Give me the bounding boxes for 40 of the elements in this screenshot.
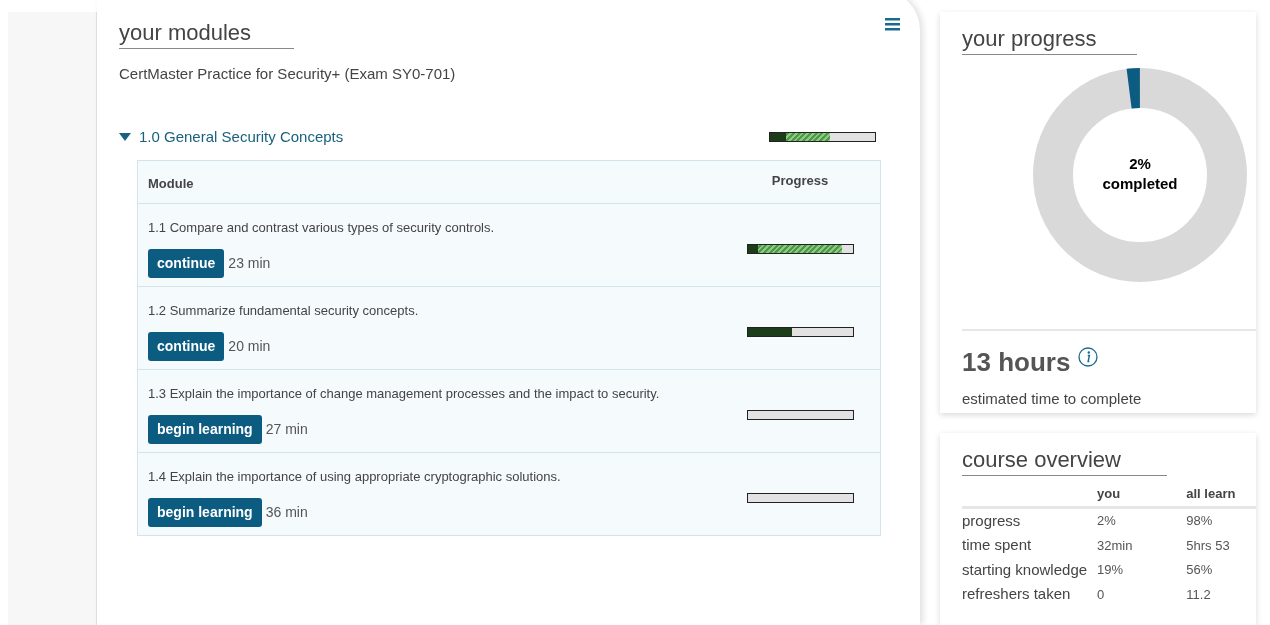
card-title: your progress [962,26,1097,53]
section-toggle[interactable]: 1.0 General Security Concepts [119,125,344,149]
duration-text: 27 min [265,420,308,440]
hours-value: 13 hours [962,346,1071,380]
table-cell: 19% [1097,557,1187,583]
column-header: Progress [771,172,829,191]
caret-icon [119,133,131,142]
table-cell-text: 56% [1186,561,1214,580]
course-name: CertMaster Practice for Security+ (Exam SY0-701) [119,64,457,85]
table-cell-text: 5hrs 53 [1186,536,1231,555]
column-header: you [1097,484,1187,508]
hours-caption: estimated time to complete [962,389,1143,410]
info-icon[interactable] [1078,347,1099,368]
module-button[interactable]: begin learning [148,415,262,445]
module-title: 1.2 Summarize fundamental security concepts. [148,302,420,321]
column-header: Module [148,176,194,192]
percent-value: 2% [1129,155,1151,173]
table-cell: 32min [1097,533,1187,558]
table-cell-text: 11.2 [1186,585,1212,604]
percent-label: completed [1102,175,1178,193]
panel-title: your modules [119,20,252,47]
table-cell: 2% [1097,507,1187,534]
row-label: progress [962,507,1098,534]
module-title: 1.1 Compare and contrast various types of security controls. [148,219,496,238]
duration-text: 20 min [228,337,271,357]
table-cell-text: 0 [1097,585,1106,604]
module-title: 1.3 Explain the importance of change management processes and the impact to security. [148,385,661,404]
column-header: all learn [1186,484,1256,508]
row-label: refreshers taken [962,582,1098,607]
row-label: time spent [962,533,1098,558]
module-button[interactable]: continue [148,332,225,362]
table-cell: 98% [1186,507,1256,534]
module-button[interactable]: continue [148,249,225,279]
module-button[interactable]: begin learning [148,498,262,528]
menu-button[interactable] [885,18,900,31]
duration-text: 23 min [228,254,271,274]
row-label: starting knowledge [962,559,1089,580]
module-title: 1.4 Explain the importance of using appropriate cryptographic solutions. [148,468,562,487]
duration-text: 36 min [265,503,308,523]
card-title: course overview [962,446,1121,474]
